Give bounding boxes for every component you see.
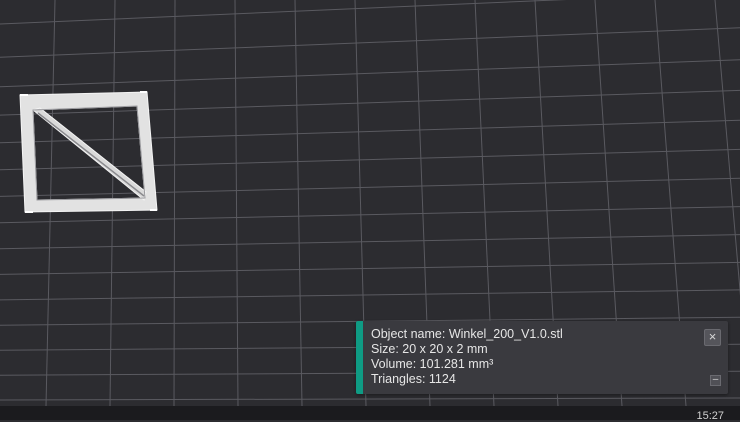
model-diagonal-groove: [37, 112, 145, 197]
object-volume-line: Volume: 101.281 mm³: [371, 357, 494, 371]
grid-line-vertical: [294, 0, 303, 406]
close-icon[interactable]: ×: [704, 329, 721, 346]
grid-line-horizontal: [0, 397, 740, 401]
grid-line-vertical: [173, 0, 176, 406]
clock-text: 15:27: [696, 410, 724, 422]
object-info-text: Object name: Winkel_200_V1.0.stl Size: 2…: [371, 327, 563, 387]
grid-line-horizontal: [0, 27, 740, 58]
grid-line-horizontal: [0, 177, 740, 197]
object-triangles-line: Triangles: 1124: [371, 372, 456, 386]
collapse-icon[interactable]: –: [710, 375, 721, 386]
grid-line-horizontal: [0, 0, 567, 25]
object-size-line: Size: 20 x 20 x 2 mm: [371, 342, 488, 356]
grid-line-horizontal: [0, 234, 740, 250]
grid-line-horizontal: [0, 59, 740, 88]
grid-line-horizontal: [0, 261, 740, 275]
grid-line-horizontal: [0, 119, 740, 144]
info-panel-accent-bar: [356, 321, 363, 394]
taskbar: 15:27: [0, 406, 740, 422]
object-info-panel: Object name: Winkel_200_V1.0.stl Size: 2…: [356, 321, 728, 394]
object-name-line: Object name: Winkel_200_V1.0.stl: [371, 327, 563, 341]
grid-line-vertical: [234, 0, 239, 406]
